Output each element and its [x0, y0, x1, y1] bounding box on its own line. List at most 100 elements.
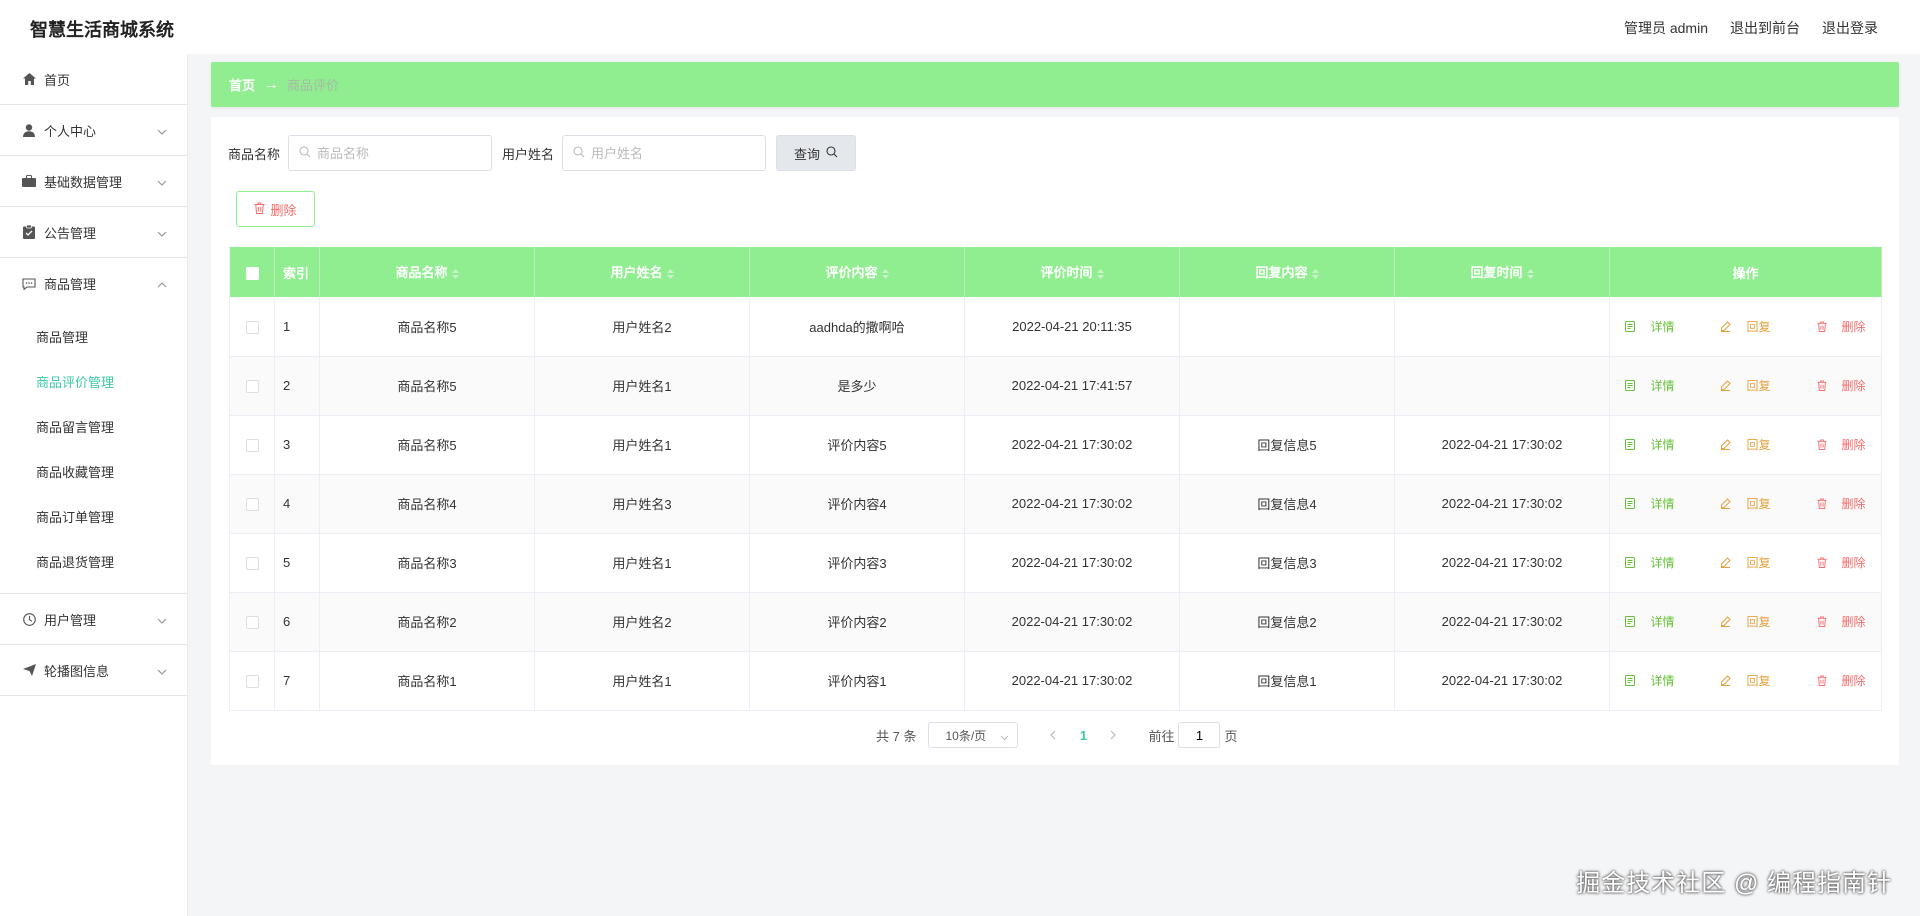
reply-label: 回复 — [1746, 556, 1771, 570]
detail-label: 详情 — [1650, 438, 1675, 452]
cell-reply-content: 回复信息3 — [1179, 533, 1395, 593]
sidebar-item-home[interactable]: 首页 — [0, 54, 187, 105]
next-page-button[interactable] — [1098, 728, 1128, 743]
delete-button[interactable]: 删除 — [1805, 489, 1878, 518]
row-checkbox[interactable] — [245, 675, 259, 689]
submenu-item-product-favorite[interactable]: 商品收藏管理 — [0, 450, 187, 495]
detail-button[interactable]: 详情 — [1613, 430, 1686, 459]
query-button[interactable]: 查询 — [776, 135, 857, 171]
edit-icon — [1714, 554, 1737, 571]
cell-reply-time: 2022-04-21 17:30:02 — [1394, 474, 1610, 534]
reply-button[interactable]: 回复 — [1708, 371, 1782, 400]
sidebar-item-users[interactable]: 用户管理 — [0, 594, 187, 645]
sort-icon — [1526, 267, 1534, 282]
delete-button[interactable]: 删除 — [1805, 548, 1878, 577]
row-checkbox[interactable] — [245, 439, 259, 453]
submenu-item-product-return[interactable]: 商品退货管理 — [0, 540, 187, 585]
user-name-label: 用户姓名 — [502, 146, 555, 162]
breadcrumb-current: 商品评价 — [287, 78, 340, 93]
sidebar-item-personal-center[interactable]: 个人中心 — [0, 105, 187, 156]
top-links: 管理员 admin 退出到前台 退出登录 — [1624, 18, 1878, 38]
header-user-name[interactable]: 用户姓名 — [534, 247, 750, 297]
detail-button[interactable]: 详情 — [1613, 312, 1686, 341]
sidebar-item-basic-data[interactable]: 基础数据管理 — [0, 156, 187, 207]
reply-button[interactable]: 回复 — [1708, 548, 1782, 577]
reply-button[interactable]: 回复 — [1708, 489, 1782, 518]
cell-reply-time: 2022-04-21 17:30:02 — [1394, 651, 1610, 711]
delete-button[interactable]: 删除 — [1805, 430, 1878, 459]
delete-button[interactable]: 删除 — [1805, 666, 1878, 695]
sidebar-item-carousel[interactable]: 轮播图信息 — [0, 645, 187, 696]
trash-icon — [1811, 436, 1833, 453]
logout-link[interactable]: 退出登录 — [1822, 18, 1878, 38]
select-all-checkbox[interactable] — [245, 266, 259, 280]
reply-label: 回复 — [1746, 615, 1771, 629]
cell-product-name: 商品名称4 — [319, 474, 535, 534]
submenu-item-product-review[interactable]: 商品评价管理 — [0, 360, 187, 405]
user-icon — [22, 123, 36, 137]
user-name-input[interactable] — [591, 145, 762, 161]
header-review-time[interactable]: 评价时间 — [964, 247, 1180, 297]
prev-page-button[interactable] — [1038, 728, 1068, 743]
detail-button[interactable]: 详情 — [1613, 548, 1686, 577]
row-checkbox[interactable] — [245, 498, 259, 512]
batch-delete-button[interactable]: 删除 — [236, 191, 315, 227]
submenu-item-product-message[interactable]: 商品留言管理 — [0, 405, 187, 450]
page-size-select[interactable]: 10条/页 — [928, 722, 1019, 748]
trash-icon — [1811, 495, 1833, 512]
header-product-name[interactable]: 商品名称 — [319, 247, 535, 297]
breadcrumb: 首页 → 商品评价 — [211, 62, 1899, 107]
row-checkbox[interactable] — [245, 557, 259, 571]
header-reply-time[interactable]: 回复时间 — [1394, 247, 1610, 297]
row-checkbox[interactable] — [245, 616, 259, 630]
trash-icon — [1811, 377, 1833, 394]
table-row: 4 商品名称4 用户姓名3 评价内容4 2022-04-21 17:30:02 回复信息4… — [229, 474, 1882, 534]
detail-label: 详情 — [1650, 674, 1675, 688]
delete-button[interactable]: 删除 — [1805, 371, 1878, 400]
breadcrumb-home[interactable]: 首页 — [229, 75, 255, 94]
delete-button[interactable]: 删除 — [1805, 312, 1878, 341]
table-row: 6 商品名称2 用户姓名2 评价内容2 2022-04-21 17:30:02 回复信息2… — [229, 592, 1882, 652]
delete-button[interactable]: 删除 — [1805, 607, 1878, 636]
detail-button[interactable]: 详情 — [1613, 666, 1686, 695]
header-review-content[interactable]: 评价内容 — [749, 247, 965, 297]
submenu-item-product-order[interactable]: 商品订单管理 — [0, 495, 187, 540]
delete-label: 删除 — [1841, 379, 1866, 393]
search-icon — [299, 145, 311, 161]
chevron-down-icon — [157, 123, 167, 138]
reply-button[interactable]: 回复 — [1708, 607, 1782, 636]
sidebar-item-label: 个人中心 — [44, 123, 97, 139]
cell-review-content: 是多少 — [749, 356, 965, 416]
row-actions: 详情 回复 删除 — [1610, 607, 1881, 636]
page-number-current[interactable]: 1 — [1068, 728, 1098, 743]
cell-reply-time — [1394, 297, 1610, 357]
product-name-input[interactable] — [317, 145, 488, 161]
admin-user-label[interactable]: 管理员 admin — [1624, 18, 1708, 38]
detail-button[interactable]: 详情 — [1613, 489, 1686, 518]
edit-icon — [1714, 495, 1737, 512]
cell-product-name: 商品名称5 — [319, 297, 535, 357]
exit-to-front-link[interactable]: 退出到前台 — [1730, 18, 1800, 38]
detail-button[interactable]: 详情 — [1613, 371, 1686, 400]
document-icon — [1619, 318, 1641, 335]
reply-button[interactable]: 回复 — [1708, 312, 1782, 341]
reply-button[interactable]: 回复 — [1708, 430, 1782, 459]
cell-actions: 详情 回复 删除 — [1609, 474, 1882, 534]
reply-button[interactable]: 回复 — [1708, 666, 1782, 695]
goto-page-input[interactable] — [1182, 727, 1217, 743]
row-checkbox[interactable] — [245, 380, 259, 394]
sidebar-item-notice[interactable]: 公告管理 — [0, 207, 187, 258]
edit-icon — [1714, 436, 1737, 453]
query-button-label: 查询 — [794, 146, 821, 162]
detail-button[interactable]: 详情 — [1613, 607, 1686, 636]
header-reply-content[interactable]: 回复内容 — [1179, 247, 1395, 297]
row-checkbox[interactable] — [245, 320, 259, 334]
submenu-item-product-manage[interactable]: 商品管理 — [0, 315, 187, 360]
table-row: 2 商品名称5 用户姓名1 是多少 2022-04-21 17:41:57 详情 回复 删除 — [229, 356, 1882, 416]
trash-icon — [254, 202, 265, 217]
cell-actions: 详情 回复 删除 — [1609, 533, 1882, 593]
sidebar-item-product[interactable]: 商品管理 — [0, 258, 187, 309]
row-actions: 详情 回复 删除 — [1610, 489, 1881, 518]
cell-review-time: 2022-04-21 17:30:02 — [964, 592, 1180, 652]
cell-index: 5 — [274, 533, 320, 593]
